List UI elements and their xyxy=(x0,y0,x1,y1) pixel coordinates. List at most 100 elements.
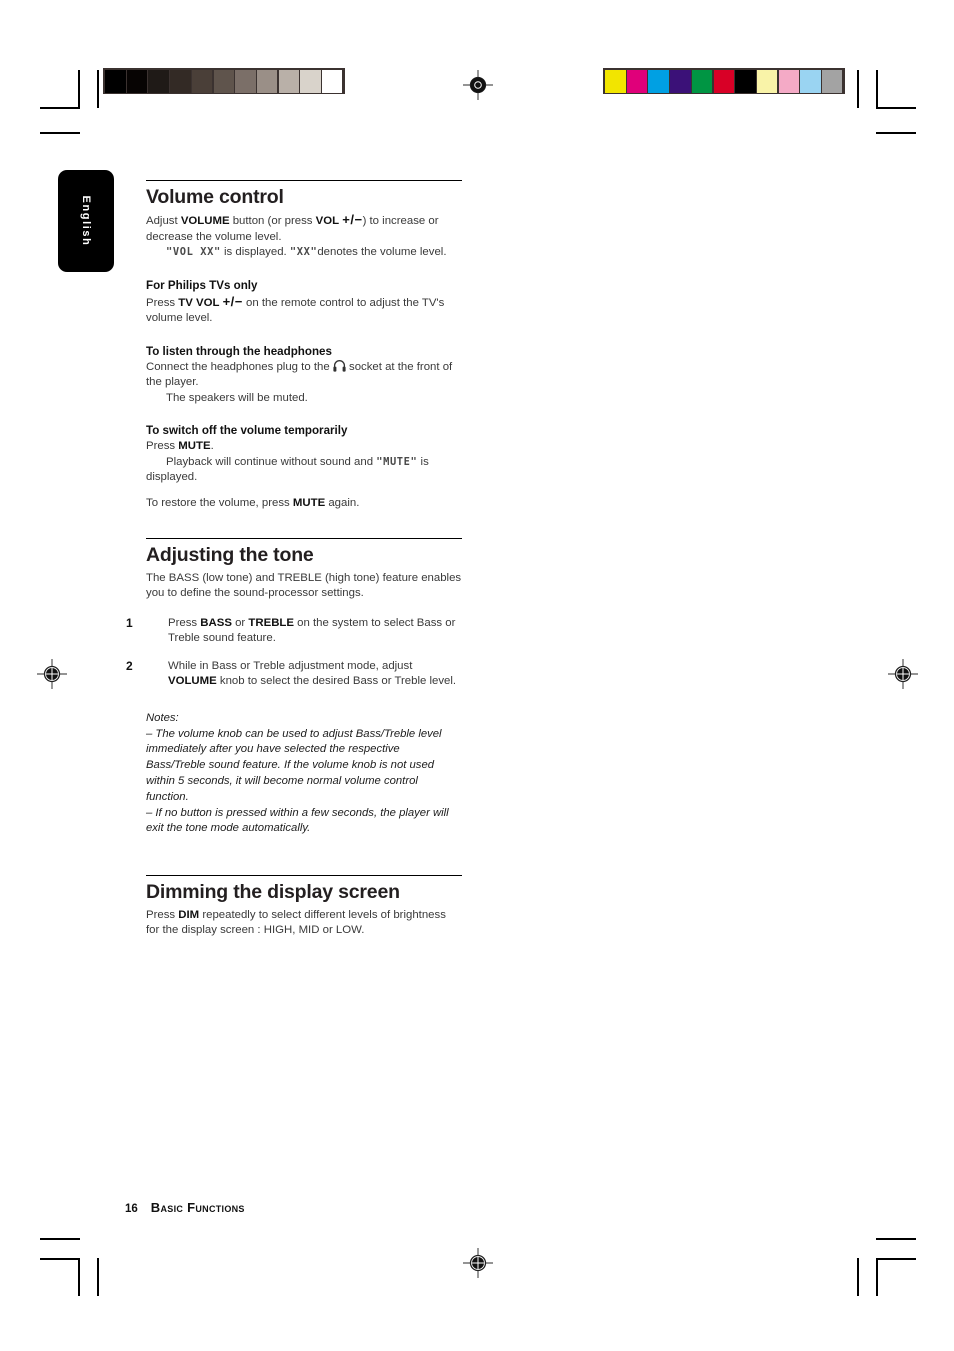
mute-restore-note: To restore the volume, press MUTE again. xyxy=(146,496,462,512)
text-fragment: . xyxy=(210,440,214,453)
grayscale-patch xyxy=(235,69,256,93)
note-item: – If no button is pressed within a few s… xyxy=(146,806,449,835)
headphones-icon xyxy=(333,359,346,372)
bold-bass: BASS xyxy=(200,616,232,629)
crop-mark-bottom-left-bleed-v xyxy=(97,1258,99,1296)
step-number: 1 xyxy=(126,615,133,630)
registration-mark-top-center xyxy=(463,70,493,100)
text-fragment: Press xyxy=(168,616,201,629)
mute-body: Press MUTE. xyxy=(146,439,462,455)
text-fragment: Connect the headphones plug to the xyxy=(146,360,333,373)
color-patch xyxy=(735,69,756,93)
color-patch xyxy=(605,69,626,93)
headphones-body: Connect the headphones plug to the socke… xyxy=(146,359,462,391)
headphones-speakers-note: The speakers will be muted. xyxy=(166,391,308,404)
crop-mark-bottom-right-bleed-h xyxy=(876,1258,916,1260)
dimming-body: Press DIM repeatedly to select different… xyxy=(146,908,462,939)
notes-label: Notes: xyxy=(146,711,179,724)
color-patch xyxy=(821,69,843,93)
color-patch xyxy=(626,69,648,93)
color-patch xyxy=(648,69,669,93)
grayscale-patch xyxy=(191,69,213,93)
volume-display-note: "VOL XX" is displayed. "XX"denotes the v… xyxy=(146,245,462,261)
text-fragment: or xyxy=(231,616,249,629)
step-text: While in Bass or Treble adjustment mode,… xyxy=(168,659,462,690)
color-patch xyxy=(756,69,778,93)
text-fragment: button (or press xyxy=(229,215,316,228)
tone-intro: The BASS (low tone) and TREBLE (high ton… xyxy=(146,571,462,600)
content-column: Volume control Adjust VOLUME button (or … xyxy=(126,180,462,939)
text-fragment: is displayed. xyxy=(220,246,290,259)
crop-mark-top-left-bleed-h xyxy=(40,132,80,134)
bold-mute-restore: MUTE xyxy=(292,496,326,509)
grayscale-patch xyxy=(126,69,148,93)
text-fragment: knob to select the desired Bass or Trebl… xyxy=(216,675,457,688)
tone-steps-list: 1 Press BASS or TREBLE on the system to … xyxy=(126,616,462,690)
philips-tv-body: Press TV VOL +/− on the remote control t… xyxy=(146,294,462,327)
text-fragment: again. xyxy=(325,496,360,509)
crop-mark-bottom-left-bleed-h xyxy=(40,1258,80,1260)
crop-mark-bottom-right-h xyxy=(876,1238,916,1240)
text-fragment: While in Bass or Treble adjustment mode,… xyxy=(168,659,413,672)
heading-volume-control: Volume control xyxy=(146,180,462,209)
step-number: 2 xyxy=(126,658,133,673)
crop-mark-bottom-right-v xyxy=(876,1258,878,1296)
subheading-philips-tvs: For Philips TVs only xyxy=(146,278,258,292)
grayscale-control-wedge xyxy=(103,68,345,94)
bold-dim: DIM xyxy=(178,908,200,921)
grayscale-patch xyxy=(278,69,300,93)
crop-mark-bottom-right-bleed-v xyxy=(857,1258,859,1296)
crop-mark-top-right-v xyxy=(876,70,878,108)
bold-tv-vol: TV VOL xyxy=(178,296,220,309)
bold-vol: VOL xyxy=(315,215,340,228)
bold-mute: MUTE xyxy=(178,440,211,453)
bold-treble: TREBLE xyxy=(248,616,294,629)
crop-mark-top-right-bleed-v xyxy=(857,70,859,108)
text-fragment: Playback will continue without sound and xyxy=(166,455,377,468)
color-patch xyxy=(670,69,691,93)
footer-page-number: 16 xyxy=(125,1203,138,1215)
color-patch xyxy=(713,69,735,93)
text-fragment: denotes the volume level. xyxy=(317,246,447,259)
registration-mark-right-center xyxy=(888,659,918,689)
note-item: – The volume knob can be used to adjust … xyxy=(146,727,442,803)
text-fragment: Adjust xyxy=(146,215,181,228)
grayscale-patch xyxy=(213,69,235,93)
crop-mark-bottom-left-v xyxy=(78,1258,80,1296)
grayscale-patch xyxy=(321,69,343,93)
lcd-readout-xx: "XX" xyxy=(289,246,318,259)
crop-mark-top-left-v xyxy=(78,70,80,108)
crop-mark-top-left-h xyxy=(40,107,80,109)
list-item: 1 Press BASS or TREBLE on the system to … xyxy=(126,616,462,647)
language-tab-english: English xyxy=(58,170,114,272)
footer-section-title: Basic Functions xyxy=(150,1200,245,1215)
color-patch xyxy=(800,69,821,93)
crop-mark-top-left-bleed-v xyxy=(97,70,99,108)
subheading-headphones: To listen through the headphones xyxy=(146,344,332,358)
text-fragment: Press xyxy=(146,296,179,309)
lcd-readout-mute: "MUTE" xyxy=(376,455,418,468)
grayscale-patch xyxy=(148,69,169,93)
registration-mark-bottom-center xyxy=(463,1248,493,1278)
language-tab-label: English xyxy=(80,195,92,247)
notes-block: Notes: – The volume knob can be used to … xyxy=(146,711,462,837)
lcd-readout-vol: "VOL XX" xyxy=(166,246,221,259)
crop-mark-top-right-bleed-h xyxy=(876,132,916,134)
color-patch xyxy=(691,69,713,93)
mute-playback-note: Playback will continue without sound and… xyxy=(146,455,462,486)
crop-mark-top-right-h xyxy=(876,107,916,109)
grayscale-patch xyxy=(300,69,321,93)
color-control-bar xyxy=(603,68,845,94)
plus-minus-glyph: +/− xyxy=(342,212,363,228)
subheading-mute: To switch off the volume temporarily xyxy=(146,424,348,438)
bold-volume-step: VOLUME xyxy=(168,675,217,688)
page-footer: 16 Basic Functions xyxy=(125,1200,245,1215)
text-fragment: To restore the volume, press xyxy=(146,496,293,509)
plus-minus-glyph: +/− xyxy=(222,293,243,309)
grayscale-patch xyxy=(256,69,278,93)
heading-adjusting-the-tone: Adjusting the tone xyxy=(146,538,462,567)
crop-mark-bottom-left-h xyxy=(40,1238,80,1240)
grayscale-patch xyxy=(105,69,126,93)
volume-control-intro: Adjust VOLUME button (or press VOL +/−) … xyxy=(146,212,462,245)
step-text: Press BASS or TREBLE on the system to se… xyxy=(168,616,462,647)
